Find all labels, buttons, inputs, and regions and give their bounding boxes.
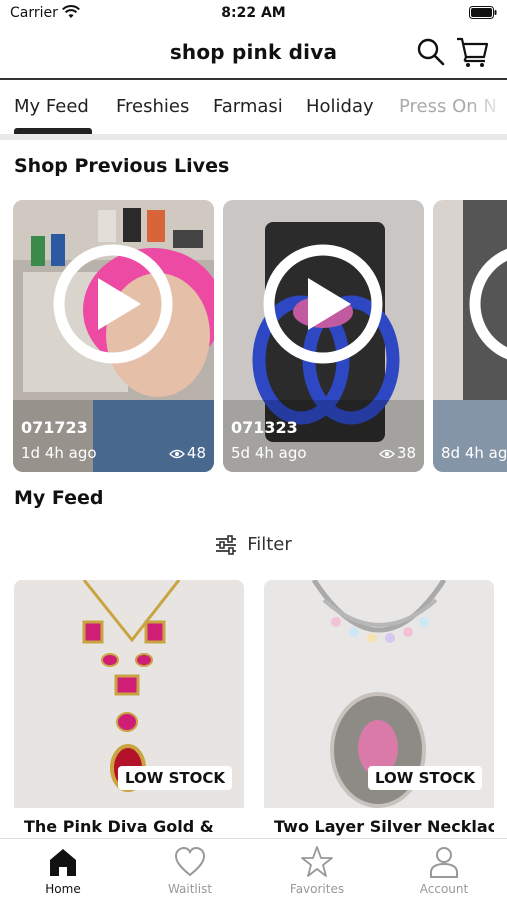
bottom-nav: Home Waitlist Favorites Account [0, 838, 507, 900]
live-card[interactable]: 071723 1d 4h ago 48 [13, 200, 214, 472]
heart-icon [174, 846, 206, 877]
tab-my-feed[interactable]: My Feed [14, 96, 89, 117]
product-name: The Pink Diva Gold & [24, 817, 214, 836]
product-card[interactable]: LOW STOCK Two Layer Silver Necklace [264, 580, 494, 850]
search-icon[interactable] [416, 37, 446, 67]
filter-label: Filter [247, 534, 292, 555]
eye-icon [378, 449, 395, 458]
nav-waitlist[interactable]: Waitlist [140, 845, 240, 900]
my-feed-title: My Feed [14, 487, 104, 509]
live-age: 1d 4h ago [21, 444, 97, 462]
app-header: shop pink diva [0, 28, 507, 80]
live-code: 071323 [231, 418, 298, 437]
nav-label: Account [419, 882, 469, 896]
nav-account[interactable]: Account [394, 845, 494, 900]
eye-icon [168, 449, 185, 458]
live-views: 48 [168, 444, 206, 462]
tab-farmasi[interactable]: Farmasi [213, 96, 283, 117]
tabs-fade [470, 80, 507, 130]
clock: 8:22 AM [221, 5, 286, 21]
tab-freshies[interactable]: Freshies [116, 96, 189, 117]
live-card[interactable]: 8d 4h ag [433, 200, 507, 472]
home-icon [50, 849, 76, 876]
filter-button[interactable]: Filter [215, 534, 292, 555]
views-count: 38 [396, 444, 416, 462]
category-tabs: My Feed Freshies Farmasi Holiday Press O… [0, 80, 507, 136]
live-views: 38 [378, 444, 416, 462]
low-stock-badge: LOW STOCK [118, 766, 232, 790]
live-age: 5d 4h ago [231, 444, 307, 462]
user-icon [430, 847, 458, 878]
product-card[interactable]: LOW STOCK The Pink Diva Gold & [14, 580, 244, 850]
play-icon[interactable] [469, 244, 507, 364]
battery-icon [469, 6, 497, 19]
cart-icon[interactable] [456, 36, 490, 68]
nav-label: Favorites [289, 882, 345, 896]
nav-label: Home [45, 882, 81, 896]
status-bar: Carrier 8:22 AM [0, 0, 507, 28]
filter-row: Filter [0, 534, 507, 558]
play-icon[interactable] [53, 244, 173, 364]
play-icon[interactable] [263, 244, 383, 364]
nav-favorites[interactable]: Favorites [267, 845, 367, 900]
star-icon [301, 846, 333, 877]
tabs-divider [0, 134, 507, 140]
live-card[interactable]: 071323 5d 4h ago 38 [223, 200, 424, 472]
views-count: 48 [186, 444, 206, 462]
nav-label: Waitlist [167, 882, 213, 896]
tab-holiday[interactable]: Holiday [306, 96, 374, 117]
live-code: 071723 [21, 418, 88, 437]
sliders-icon [216, 534, 237, 555]
previous-lives-title: Shop Previous Lives [14, 155, 230, 177]
product-name: Two Layer Silver Necklace [274, 817, 494, 836]
nav-home[interactable]: Home [13, 845, 113, 900]
live-age: 8d 4h ag [441, 444, 507, 462]
low-stock-badge: LOW STOCK [368, 766, 482, 790]
